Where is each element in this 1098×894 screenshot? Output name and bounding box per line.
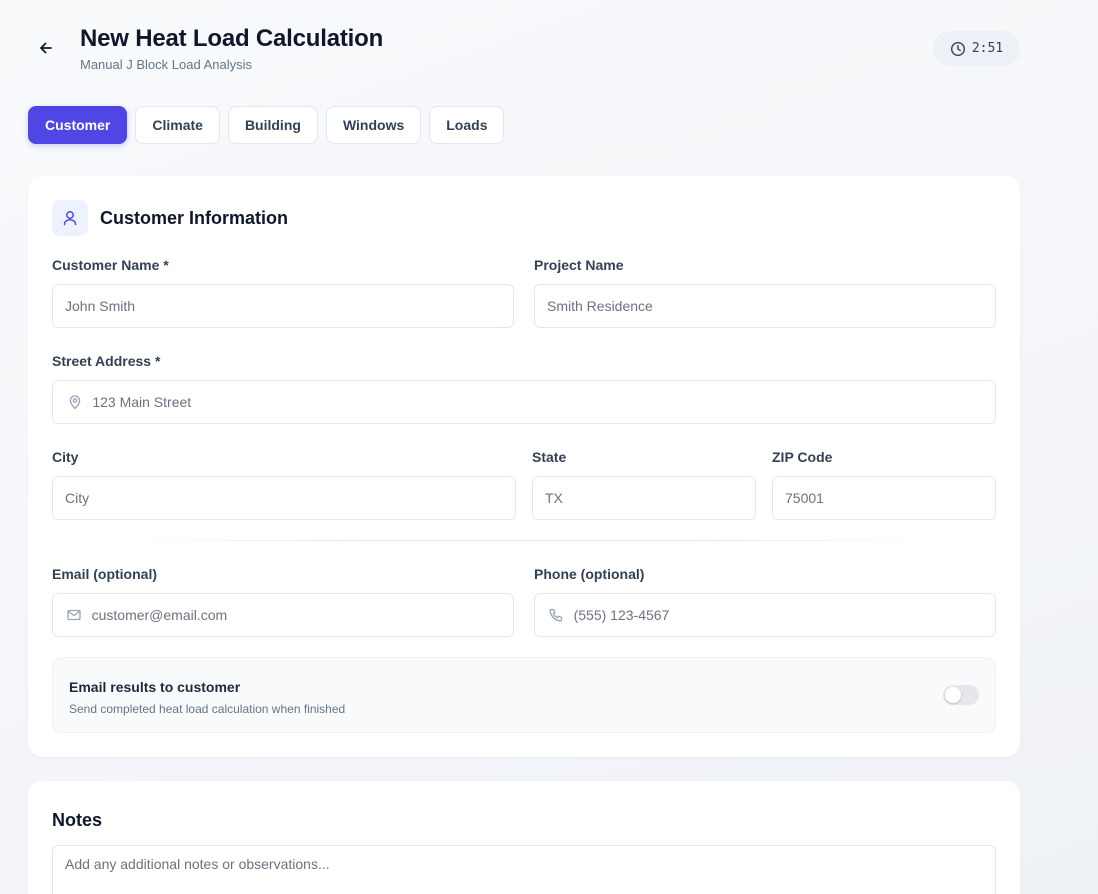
notes-title: Notes	[52, 810, 103, 830]
street-address-input[interactable]	[84, 381, 995, 423]
customer-information-card: Customer Information Customer Name * Pro…	[28, 176, 1020, 757]
tab-loads[interactable]: Loads	[429, 106, 505, 144]
page-subtitle: Manual J Block Load Analysis	[80, 57, 252, 72]
state-input[interactable]	[533, 477, 755, 519]
page-header: New Heat Load Calculation Manual J Block…	[0, 0, 1098, 100]
back-button[interactable]	[34, 36, 58, 60]
section-icon-badge	[52, 200, 88, 236]
timer-value: 2:51	[971, 41, 1004, 56]
email-label: Email (optional)	[52, 566, 157, 582]
section-title: Customer Information	[100, 207, 289, 228]
map-pin-icon	[65, 394, 84, 410]
street-address-field-wrapper	[52, 380, 996, 424]
state-label: State	[532, 449, 567, 465]
tab-climate[interactable]: Climate	[135, 106, 220, 144]
arrow-left-icon	[40, 42, 52, 54]
section-divider	[128, 540, 928, 541]
clock-icon	[950, 41, 965, 56]
notes-textarea[interactable]	[52, 845, 996, 894]
project-name-input[interactable]	[535, 285, 995, 327]
mail-icon	[65, 607, 84, 623]
notes-card: Notes	[28, 781, 1020, 894]
email-results-toggle-panel: Email results to customer Send completed…	[52, 657, 996, 733]
state-field-wrapper	[532, 476, 756, 520]
zip-code-label: ZIP Code	[772, 449, 833, 465]
tab-customer[interactable]: Customer	[28, 106, 128, 144]
zip-code-input[interactable]	[773, 477, 995, 519]
page: New Heat Load Calculation Manual J Block…	[0, 0, 1098, 894]
session-timer: 2:51	[933, 31, 1020, 66]
section-header: Customer Information	[52, 200, 288, 236]
phone-input[interactable]	[565, 594, 995, 636]
customer-name-label: Customer Name *	[52, 257, 169, 273]
page-title: New Heat Load Calculation	[80, 25, 384, 52]
customer-name-field-wrapper	[52, 284, 514, 328]
phone-label: Phone (optional)	[534, 566, 645, 582]
tab-building[interactable]: Building	[227, 106, 318, 144]
email-input[interactable]	[83, 594, 513, 636]
project-name-field-wrapper	[534, 284, 996, 328]
email-results-title: Email results to customer	[69, 679, 241, 695]
email-field-wrapper	[52, 593, 514, 637]
user-icon	[63, 211, 77, 226]
email-results-description: Send completed heat load calculation whe…	[69, 702, 346, 716]
project-name-label: Project Name	[534, 257, 624, 273]
city-input[interactable]	[53, 477, 515, 519]
zip-code-field-wrapper	[772, 476, 996, 520]
switch-knob	[945, 687, 961, 703]
step-tabs: Customer Climate Building Windows Loads	[28, 106, 505, 144]
customer-name-input[interactable]	[53, 285, 513, 327]
street-address-label: Street Address *	[52, 353, 161, 369]
phone-field-wrapper	[534, 593, 996, 637]
city-label: City	[52, 449, 79, 465]
email-results-switch[interactable]	[943, 685, 979, 705]
tab-windows[interactable]: Windows	[325, 106, 422, 144]
city-field-wrapper	[52, 476, 516, 520]
phone-icon	[547, 607, 566, 623]
